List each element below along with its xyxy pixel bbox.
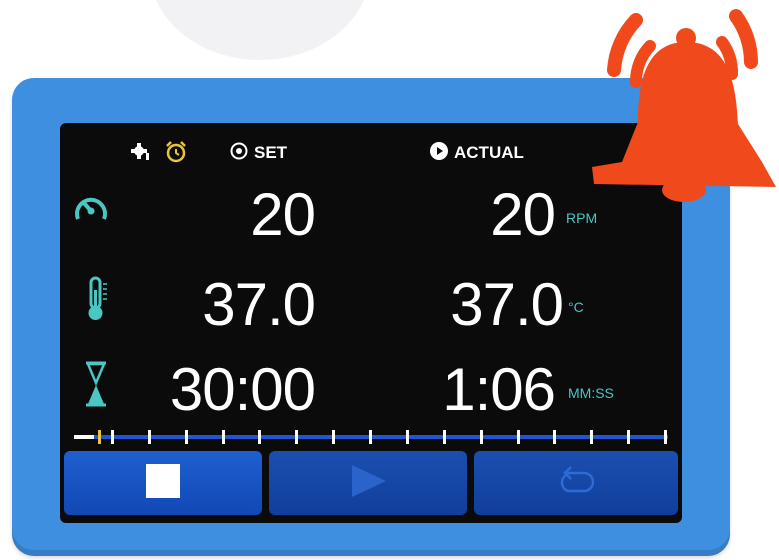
temperature-unit: °C: [568, 299, 584, 315]
progress-tick: [148, 430, 151, 444]
progress-tick: [369, 430, 372, 444]
play-icon: [348, 463, 388, 504]
temperature-actual-value: 37.0: [450, 271, 564, 338]
control-bar: [60, 451, 682, 519]
progress-fill: [74, 435, 94, 439]
progress-tick: [332, 430, 335, 444]
background-shape: [150, 0, 370, 60]
temperature-set-value[interactable]: 37.0: [160, 275, 316, 335]
alarm-bell-icon: [586, 2, 779, 207]
timer-progress-bar: [74, 428, 668, 446]
target-icon: [230, 142, 248, 165]
progress-tick: [627, 430, 630, 444]
set-label: SET: [254, 142, 288, 162]
progress-marker: [98, 430, 101, 444]
time-unit: MM:SS: [568, 385, 614, 401]
play-circle-icon: [430, 142, 448, 165]
play-button[interactable]: [269, 451, 467, 515]
reset-icon: [558, 465, 595, 502]
progress-tick: [443, 430, 446, 444]
set-column-header: SET: [230, 142, 287, 165]
progress-tick: [185, 430, 188, 444]
actual-label: ACTUAL: [454, 142, 524, 162]
speed-actual-value: 20: [490, 181, 556, 248]
speedometer-icon: [74, 193, 108, 228]
progress-tick: [517, 430, 520, 444]
alarm-clock-icon: [164, 140, 188, 169]
time-set-value[interactable]: 30:00: [120, 360, 316, 420]
progress-tick: [406, 430, 409, 444]
progress-tick: [258, 430, 261, 444]
reset-button[interactable]: [474, 451, 678, 515]
progress-tick: [553, 430, 556, 444]
progress-tick: [295, 430, 298, 444]
progress-tick: [222, 430, 225, 444]
stop-button[interactable]: [64, 451, 262, 515]
speed-unit: RPM: [566, 210, 598, 226]
progress-tick: [590, 430, 593, 444]
progress-tick: [480, 430, 483, 444]
hourglass-icon: [84, 361, 108, 412]
thermometer-icon: [86, 276, 108, 327]
motor-icon: [130, 141, 152, 168]
speed-set-value[interactable]: 20: [180, 185, 316, 245]
stop-icon: [145, 463, 181, 504]
progress-tick: [664, 430, 667, 444]
progress-tick: [111, 430, 114, 444]
time-actual-value: 1:06: [442, 356, 556, 423]
actual-column-header: ACTUAL: [430, 142, 524, 165]
